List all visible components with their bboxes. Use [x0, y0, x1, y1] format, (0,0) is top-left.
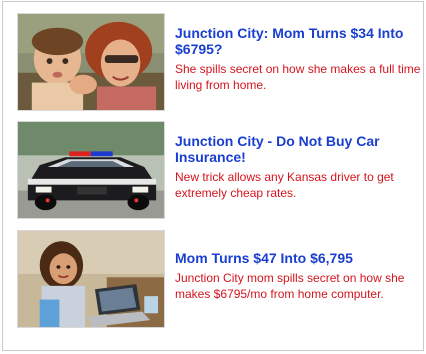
ad-description[interactable]: Junction City mom spills secret on how s… [175, 270, 425, 302]
mother-child-photo[interactable] [17, 13, 165, 111]
ad-description[interactable]: New trick allows any Kansas driver to ge… [175, 169, 425, 201]
police-car-photo[interactable] [17, 121, 165, 219]
ad-item-mom-turns-47[interactable]: Mom Turns $47 Into $6,795 Junction City … [17, 230, 425, 338]
ad-title[interactable]: Junction City: Mom Turns $34 Into $6795? [175, 25, 425, 57]
ad-description[interactable]: She spills secret on how she makes a ful… [175, 61, 425, 93]
woman-laptop-photo[interactable] [17, 230, 165, 328]
ad-title[interactable]: Junction City - Do Not Buy Car Insurance… [175, 133, 425, 165]
ad-item-car-insurance[interactable]: Junction City - Do Not Buy Car Insurance… [17, 121, 425, 229]
ad-widget: Junction City: Mom Turns $34 Into $6795?… [2, 1, 424, 351]
ad-title[interactable]: Mom Turns $47 Into $6,795 [175, 250, 425, 266]
ad-item-mom-turns-34[interactable]: Junction City: Mom Turns $34 Into $6795?… [17, 13, 425, 121]
